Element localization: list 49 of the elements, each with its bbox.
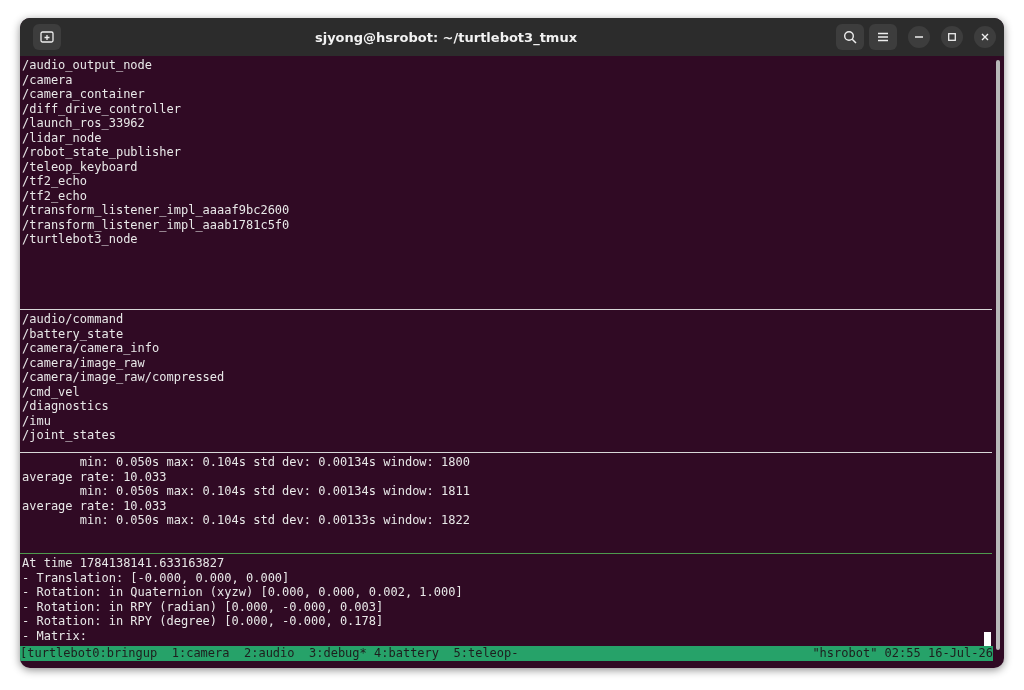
terminal-line: /transform_listener_impl_aaaaf9bc2600 <box>22 203 291 218</box>
menu-icon <box>877 32 889 42</box>
terminal-line: /turtlebot3_node <box>22 232 139 247</box>
minimize-button[interactable] <box>908 26 930 48</box>
terminal-line: average rate: 10.033 <box>22 498 168 513</box>
terminal-line: /robot_state_publisher <box>22 145 182 160</box>
terminal-line: /camera/image_raw/compressed <box>22 370 226 385</box>
terminal-line: /diagnostics <box>22 399 110 414</box>
terminal-line: /teleop_keyboard <box>22 159 139 174</box>
menu-button[interactable] <box>869 24 897 50</box>
terminal-line: /joint_states <box>22 428 117 443</box>
terminal-line: /camera <box>22 72 74 87</box>
window-list: [turtlebot0:bringup 1:camera 2:audio 3:debug* 4:battery 5:teleop- <box>20 646 519 661</box>
terminal-line: - Translation: [-0.000, 0.000, 0.000] <box>22 570 291 585</box>
terminal-line: /transform_listener_impl_aaab1781c5f0 <box>22 217 291 232</box>
terminal-line: average rate: 10.033 <box>22 469 168 484</box>
window-title: sjyong@hsrobot: ~/turtlebot3_tmux <box>313 29 579 45</box>
new-tab-button[interactable] <box>33 24 61 50</box>
terminal-line: /tf2_echo <box>22 174 89 189</box>
terminal-line: - Rotation: in RPY (radian) [0.000, -0.000, 0.003] <box>22 599 385 614</box>
terminal-line: /imu <box>22 413 52 428</box>
new-tab-icon <box>40 31 54 43</box>
search-button[interactable] <box>836 24 864 50</box>
terminal-line: - Rotation: in RPY (degree) [0.000, -0.000, 0.178] <box>22 614 385 629</box>
terminal-line: At time 1784138141.633163827 <box>22 556 226 571</box>
terminal-line: min: 0.050s max: 0.104s std dev: 0.00133s window: 1822 <box>78 513 471 528</box>
search-icon <box>843 30 857 44</box>
terminal-line: /camera/image_raw <box>22 355 146 370</box>
terminal-line: /cmd_vel <box>22 384 81 399</box>
maximize-icon <box>948 33 956 41</box>
terminal-line: /camera/camera_info <box>22 341 161 356</box>
terminal-line: /audio/command <box>22 312 125 327</box>
terminal-line: min: 0.050s max: 0.104s std dev: 0.00134s window: 1811 <box>78 484 471 499</box>
minimize-icon <box>915 36 923 38</box>
terminal-line: /lidar_node <box>22 130 103 145</box>
terminal-line: - Rotation: in Quaternion (xyzw) [0.000, 0.000, 0.002, 1.000] <box>22 585 464 600</box>
terminal-line: /launch_ros_33962 <box>22 116 146 131</box>
host-clock: "hsrobot" 02:55 16-Jul-26 <box>812 646 993 661</box>
terminal-line: /audio_output_node <box>22 58 154 73</box>
terminal-line: - Matrix: <box>22 628 89 643</box>
close-button[interactable] <box>974 26 996 48</box>
scrollbar[interactable] <box>996 60 1000 650</box>
maximize-button[interactable] <box>941 26 963 48</box>
terminal-line: /diff_drive_controller <box>22 101 182 116</box>
terminal-line: min: 0.050s max: 0.104s std dev: 0.00134s window: 1800 <box>78 455 471 470</box>
terminal-line: /battery_state <box>22 326 125 341</box>
terminal-line: /tf2_echo <box>22 188 89 203</box>
close-icon <box>981 33 989 41</box>
terminal-line: /camera_container <box>22 87 146 102</box>
